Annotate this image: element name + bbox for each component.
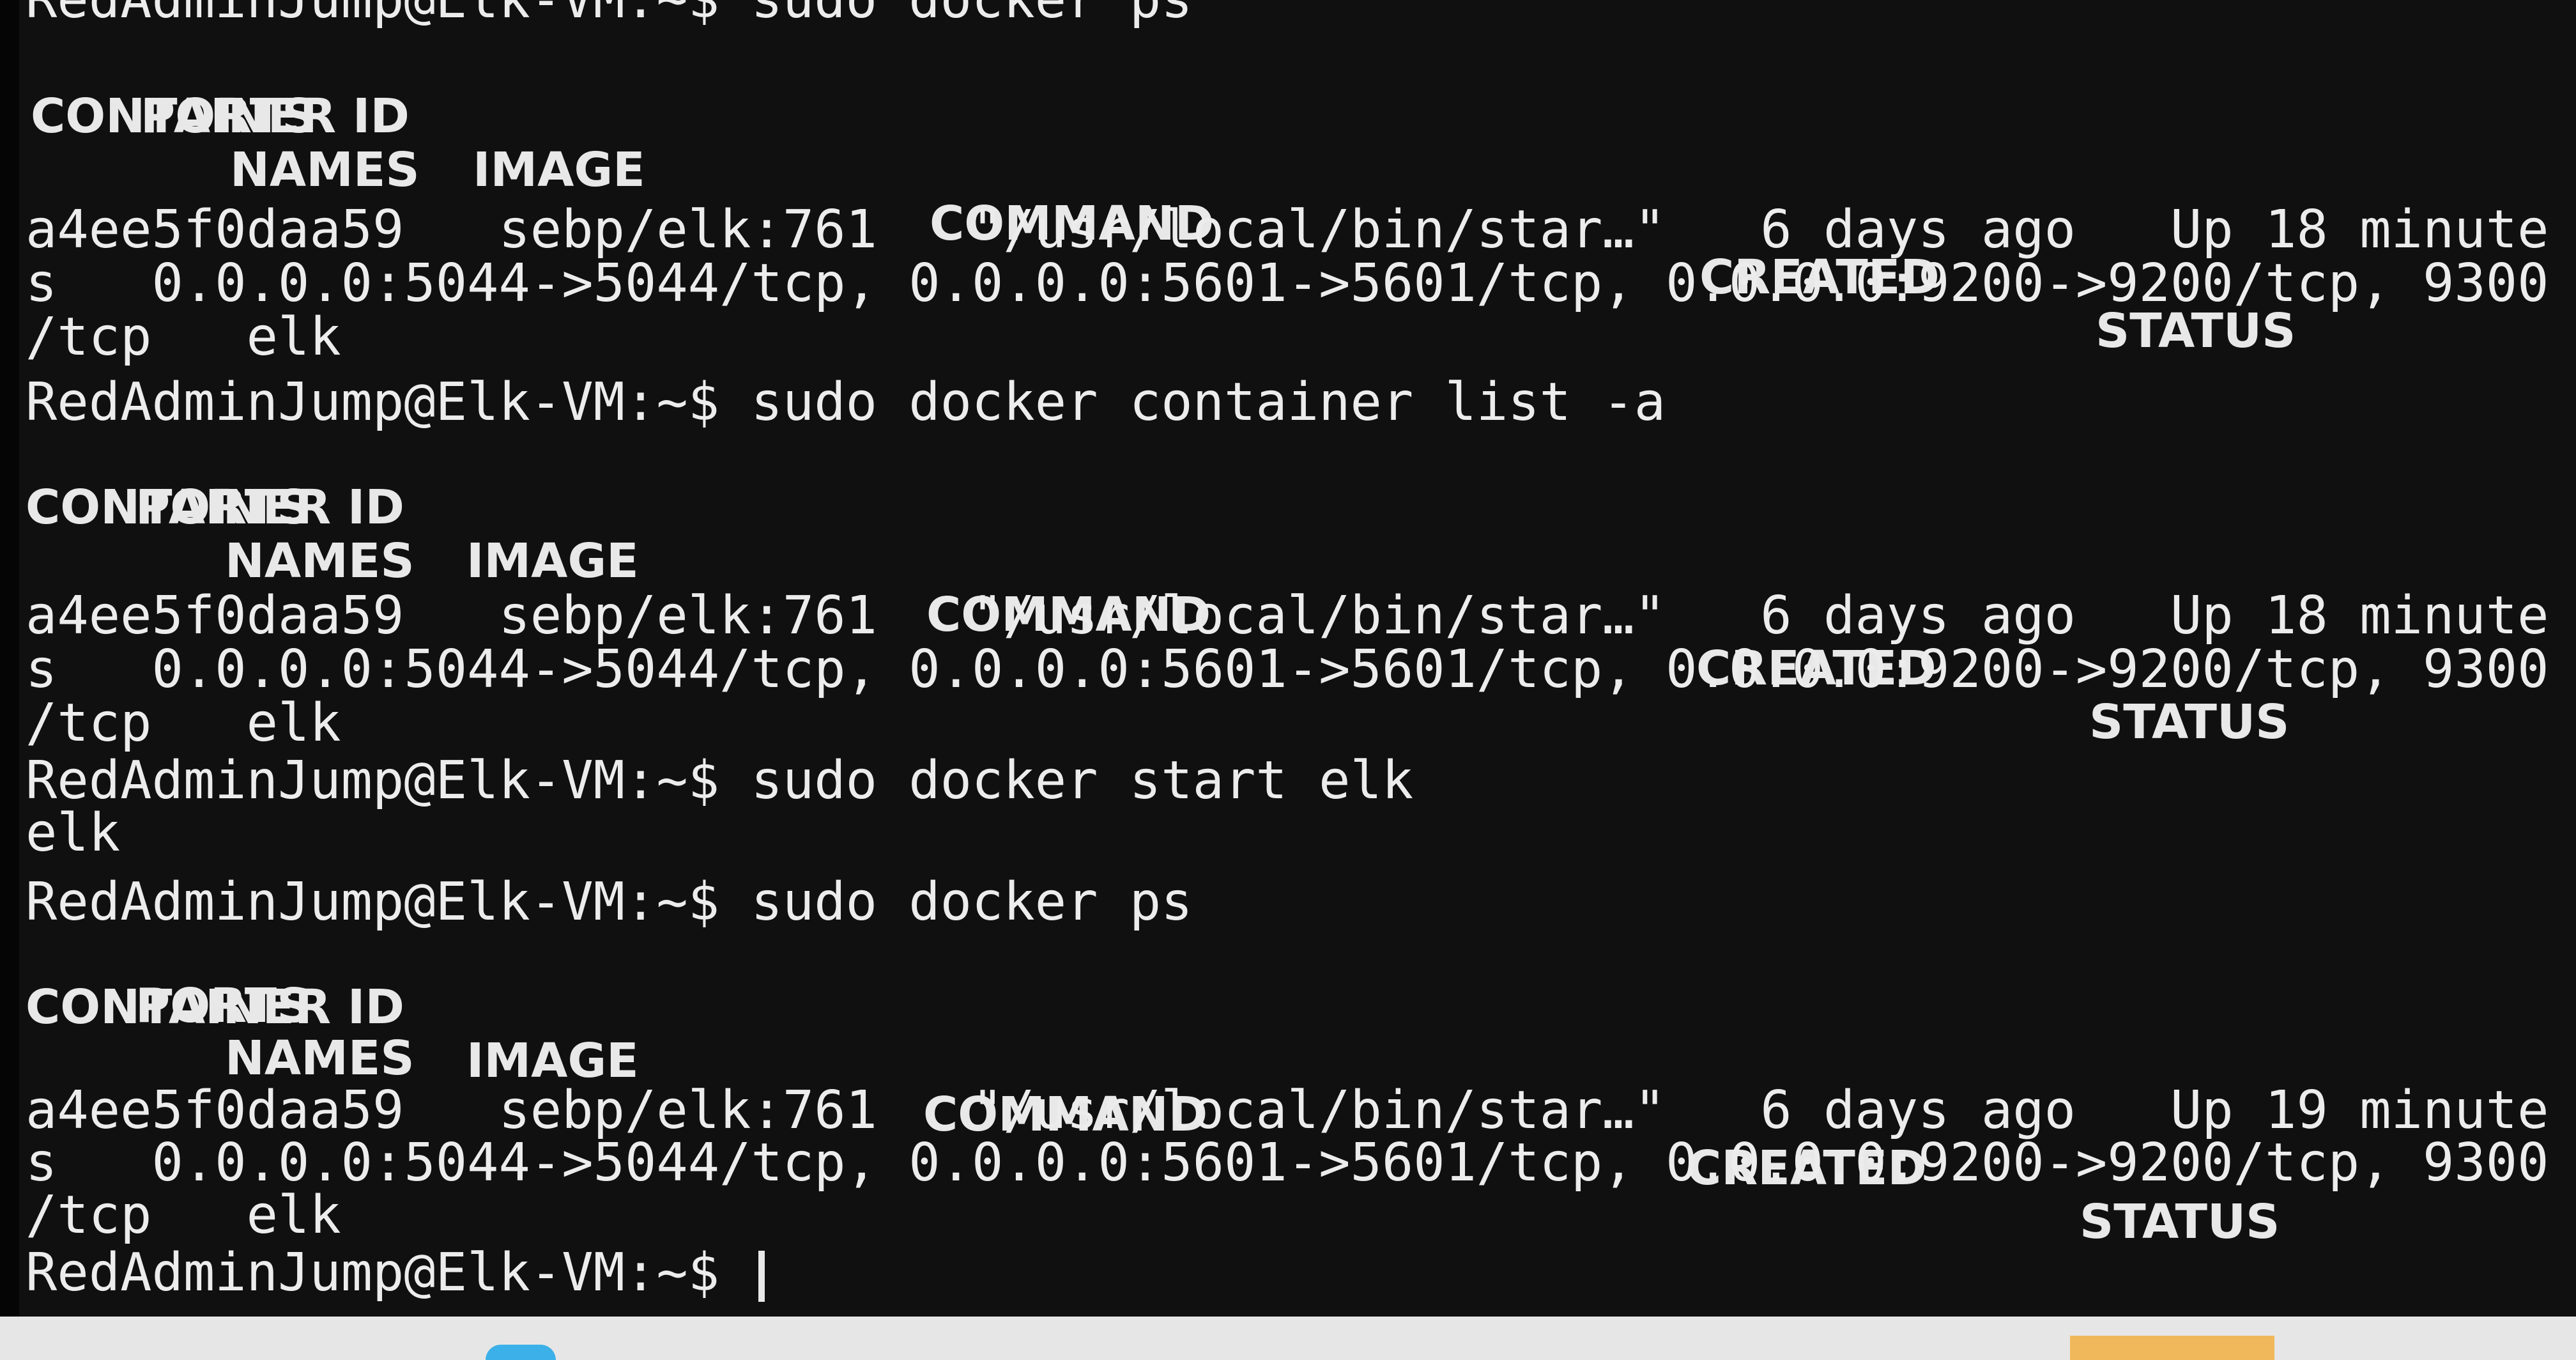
container-row-line3: /tcp elk bbox=[26, 307, 341, 367]
header-status: STATUS bbox=[2080, 1194, 2280, 1249]
container-row-line2: s 0.0.0.0:5044->5044/tcp, 0.0.0.0:5601->… bbox=[26, 639, 2549, 700]
shell-command: sudo docker ps bbox=[751, 0, 1192, 30]
shell-prompt: RedAdminJump@Elk-VM:~$ bbox=[26, 372, 751, 433]
shell-command: sudo docker ps bbox=[751, 872, 1193, 932]
taskbar-app-icon[interactable] bbox=[486, 1345, 556, 1360]
shell-prompt: RedAdminJump@Elk-VM:~$ bbox=[26, 750, 751, 811]
header-ports: PORTS bbox=[135, 480, 311, 535]
shell-command: sudo docker start elk bbox=[751, 750, 1414, 811]
table-header-row: CONTAINER ID IMAGE COMMAND CREATED STATU… bbox=[0, 927, 2576, 1249]
command-line: RedAdminJump@Elk-VM:~$ sudo docker ps bbox=[26, 876, 1193, 929]
container-row-line1: a4ee5f0daa59 sebp/elk:761 "/usr/local/bi… bbox=[26, 199, 2549, 260]
container-row-line2: s 0.0.0.0:5044->5044/tcp, 0.0.0.0:5601->… bbox=[26, 253, 2549, 314]
container-row-line1: a4ee5f0daa59 sebp/elk:761 "/usr/local/bi… bbox=[26, 1080, 2549, 1141]
shell-prompt: RedAdminJump@Elk-VM:~$ bbox=[26, 872, 751, 932]
command-line: RedAdminJump@Elk-VM:~$ sudo docker start… bbox=[26, 754, 1413, 808]
container-row-line3: /tcp elk bbox=[26, 1185, 341, 1246]
container-row-line1: a4ee5f0daa59 sebp/elk:761 "/usr/local/bi… bbox=[26, 585, 2549, 646]
header-ports: PORTS bbox=[141, 89, 316, 144]
taskbar-highlighted-item[interactable] bbox=[2070, 1336, 2274, 1360]
command-line: RedAdminJump@Elk-VM:~$ sudo docker ps bbox=[26, 0, 1193, 27]
shell-prompt: RedAdminJump@Elk-VM:~$ bbox=[26, 1242, 751, 1303]
header-names: NAMES bbox=[225, 1031, 415, 1086]
table-header-row: CONTAINER ID IMAGE COMMAND CREATED STATU… bbox=[0, 36, 2576, 358]
header-ports: PORTS bbox=[135, 978, 311, 1033]
command-line: RedAdminJump@Elk-VM:~$ sudo docker conta… bbox=[26, 376, 1666, 429]
shell-prompt: RedAdminJump@Elk-VM:~$ bbox=[26, 0, 751, 30]
text-cursor bbox=[758, 1250, 765, 1302]
container-row-line2: s 0.0.0.0:5044->5044/tcp, 0.0.0.0:5601->… bbox=[26, 1132, 2549, 1193]
taskbar bbox=[0, 1317, 2576, 1360]
header-status: STATUS bbox=[2089, 695, 2290, 750]
command-output: elk bbox=[26, 803, 121, 863]
active-prompt-line[interactable]: RedAdminJump@Elk-VM:~$ bbox=[26, 1246, 765, 1302]
header-image: IMAGE bbox=[466, 534, 639, 589]
terminal-window[interactable]: RedAdminJump@Elk-VM:~$ sudo docker ps CO… bbox=[0, 0, 2576, 1317]
header-image: IMAGE bbox=[473, 143, 645, 197]
header-names: NAMES bbox=[230, 143, 420, 197]
table-header-row: CONTAINER ID IMAGE COMMAND CREATED STATU… bbox=[0, 427, 2576, 749]
container-row-line3: /tcp elk bbox=[26, 693, 341, 753]
shell-command: sudo docker container list -a bbox=[751, 372, 1666, 433]
header-names: NAMES bbox=[225, 534, 415, 589]
